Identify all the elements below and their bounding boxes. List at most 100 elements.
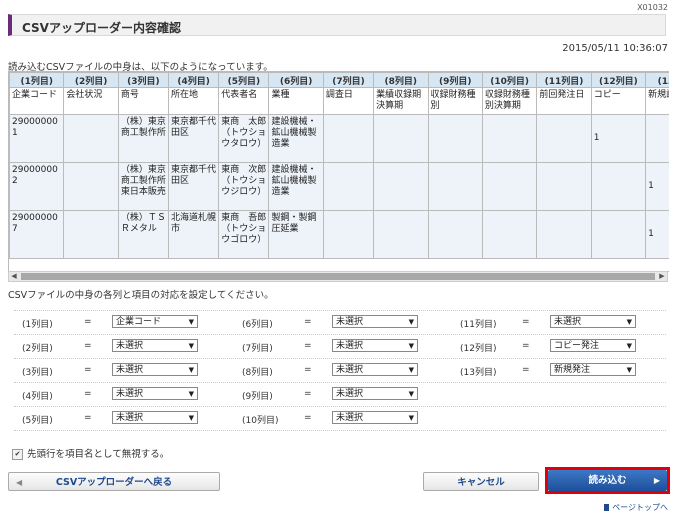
table-row: 290000002 （株）東京商工製作所東日本販売 東京都千代田区 東商 次郎（トウシ… xyxy=(9,162,669,211)
mapping-select-value: 未選択 xyxy=(116,365,144,375)
field-name-cell: 調査日 xyxy=(322,87,375,115)
column-header-row: (1列目) (2列目) (3列目) (4列目) (5列目) (6列目) (7列目) (8列目)… xyxy=(9,72,669,88)
equals-sign: = xyxy=(304,389,312,399)
page-title: CSVアップローダー内容確認 xyxy=(22,21,181,35)
table-cell xyxy=(427,162,483,211)
equals-sign: = xyxy=(304,365,312,375)
field-name-cell: 業種 xyxy=(268,87,324,115)
scroll-right-icon[interactable]: ▶ xyxy=(657,272,667,280)
mapping-select[interactable]: 未選択 ▼ xyxy=(332,315,418,328)
back-button-label: CSVアップローダーへ戻る xyxy=(55,477,173,488)
mapping-column-label: (1列目) xyxy=(22,320,53,330)
chevron-down-icon: ▼ xyxy=(626,366,632,374)
field-name-cell: 会社状況 xyxy=(63,87,119,115)
field-name-cell: 所在地 xyxy=(168,87,220,115)
scroll-left-icon[interactable]: ◀ xyxy=(9,272,19,280)
column-header: (13列目) xyxy=(645,72,669,88)
table-cell: 290000007 xyxy=(9,210,65,259)
mapping-select[interactable]: 未選択 ▼ xyxy=(112,411,198,424)
table-cell xyxy=(590,210,647,259)
mapping-cell: (10列目) = 未選択 ▼ xyxy=(234,411,434,426)
mapping-column-label: (2列目) xyxy=(22,344,53,354)
mapping-select[interactable]: コピー発注 ▼ xyxy=(550,339,636,352)
load-button-label: 読み込む xyxy=(588,475,627,486)
mapping-cell: (3列目) = 未選択 ▼ xyxy=(14,363,214,378)
equals-sign: = xyxy=(304,317,312,327)
mapping-column-label: (12列目) xyxy=(460,344,497,354)
mapping-select-value: 未選択 xyxy=(336,341,364,351)
table-cell xyxy=(645,114,669,163)
load-button[interactable]: 読み込む ▶ xyxy=(548,470,667,491)
field-name-cell: 収録財務種別決算期 xyxy=(481,87,538,115)
equals-sign: = xyxy=(84,413,92,423)
screen-id: X01032 xyxy=(637,3,668,12)
table-cell xyxy=(481,114,538,163)
chevron-down-icon: ▼ xyxy=(188,414,194,422)
table-cell: 1 xyxy=(590,114,647,163)
cancel-button[interactable]: キャンセル xyxy=(423,472,539,491)
mapping-select[interactable]: 未選択 ▼ xyxy=(332,363,418,376)
chevron-down-icon: ▼ xyxy=(188,390,194,398)
field-name-cell: 収録財務種別 xyxy=(427,87,483,115)
table-cell: 建設機械・鉱山機械製造業 xyxy=(268,162,324,211)
mapping-select-value: 未選択 xyxy=(336,317,364,327)
mapping-cell: (13列目) = 新規発注 ▼ xyxy=(452,363,652,378)
ignore-header-label: 先頭行を項目名として無視する。 xyxy=(27,449,170,460)
timestamp: 2015/05/11 10:36:07 xyxy=(562,43,668,54)
table-cell: 東商 太郎（トウショウタロウ） xyxy=(218,114,270,163)
table-cell: 1 xyxy=(645,162,669,211)
mapping-cell: (2列目) = 未選択 ▼ xyxy=(14,339,214,354)
back-to-uploader-button[interactable]: ◀ CSVアップローダーへ戻る xyxy=(8,472,220,491)
mapping-select[interactable]: 未選択 ▼ xyxy=(332,339,418,352)
equals-sign: = xyxy=(84,389,92,399)
mapping-select-value: 新規発注 xyxy=(554,365,591,375)
mapping-cell: (9列目) = 未選択 ▼ xyxy=(234,387,434,402)
ignore-header-checkbox[interactable]: ✔ xyxy=(12,449,23,460)
field-name-cell: 前回発注日 xyxy=(536,87,592,115)
column-header: (12列目) xyxy=(590,72,647,88)
mapping-row: (1列目) = 企業コード ▼ (6列目) = 未選択 ▼ (11列目) = 未選択 ▼ xyxy=(14,311,666,335)
page-top-icon xyxy=(604,504,610,511)
table-cell: （株）東京商工製作所東日本販売 xyxy=(117,162,170,211)
mapping-select-value: 未選択 xyxy=(116,389,144,399)
mapping-select[interactable]: 企業コード ▼ xyxy=(112,315,198,328)
mapping-cell: (5列目) = 未選択 ▼ xyxy=(14,411,214,426)
horizontal-scrollbar[interactable]: ◀ ▶ xyxy=(8,271,668,282)
table-cell: 290000002 xyxy=(9,162,65,211)
ignore-header-checkbox-row[interactable]: ✔ 先頭行を項目名として無視する。 xyxy=(12,446,169,460)
mapping-select[interactable]: 未選択 ▼ xyxy=(550,315,636,328)
mapping-select[interactable]: 未選択 ▼ xyxy=(332,411,418,424)
table-cell xyxy=(427,210,483,259)
table-cell xyxy=(481,210,538,259)
chevron-down-icon: ▼ xyxy=(408,414,414,422)
mapping-select-value: 未選択 xyxy=(116,341,144,351)
mapping-column-label: (10列目) xyxy=(242,416,279,426)
chevron-down-icon: ▼ xyxy=(408,366,414,374)
mapping-column-label: (5列目) xyxy=(22,416,53,426)
table-cell: 製鋼・製鋼圧延業 xyxy=(268,210,324,259)
chevron-left-icon: ◀ xyxy=(16,478,23,487)
scrollbar-thumb[interactable] xyxy=(21,273,655,280)
table-cell: 建設機械・鉱山機械製造業 xyxy=(268,114,324,163)
mapping-select[interactable]: 新規発注 ▼ xyxy=(550,363,636,376)
mapping-select[interactable]: 未選択 ▼ xyxy=(112,363,198,376)
field-name-row: 企業コード 会社状況 商号 所在地 代表者名 業種 調査日 業績収録期決算期 収録財務種別 収録財… xyxy=(9,87,669,115)
equals-sign: = xyxy=(522,365,530,375)
mapping-cell: (7列目) = 未選択 ▼ xyxy=(234,339,434,354)
table-cell: （株）東京商工製作所 xyxy=(117,114,170,163)
mapping-cell: (11列目) = 未選択 ▼ xyxy=(452,315,652,330)
table-cell: 1 xyxy=(645,210,669,259)
chevron-down-icon: ▼ xyxy=(408,342,414,350)
table-cell xyxy=(536,210,592,259)
csv-preview-table-container[interactable]: (1列目) (2列目) (3列目) (4列目) (5列目) (6列目) (7列目) (8列目)… xyxy=(8,71,669,272)
mapping-select[interactable]: 未選択 ▼ xyxy=(332,387,418,400)
mapping-select[interactable]: 未選択 ▼ xyxy=(112,339,198,352)
field-name-cell: 業績収録期決算期 xyxy=(373,87,429,115)
mapping-select[interactable]: 未選択 ▼ xyxy=(112,387,198,400)
table-cell: 東京都千代田区 xyxy=(168,114,220,163)
equals-sign: = xyxy=(84,341,92,351)
page-top-link[interactable]: ページトップへ xyxy=(604,502,668,513)
chevron-down-icon: ▼ xyxy=(188,366,194,374)
table-cell xyxy=(481,162,538,211)
equals-sign: = xyxy=(522,341,530,351)
